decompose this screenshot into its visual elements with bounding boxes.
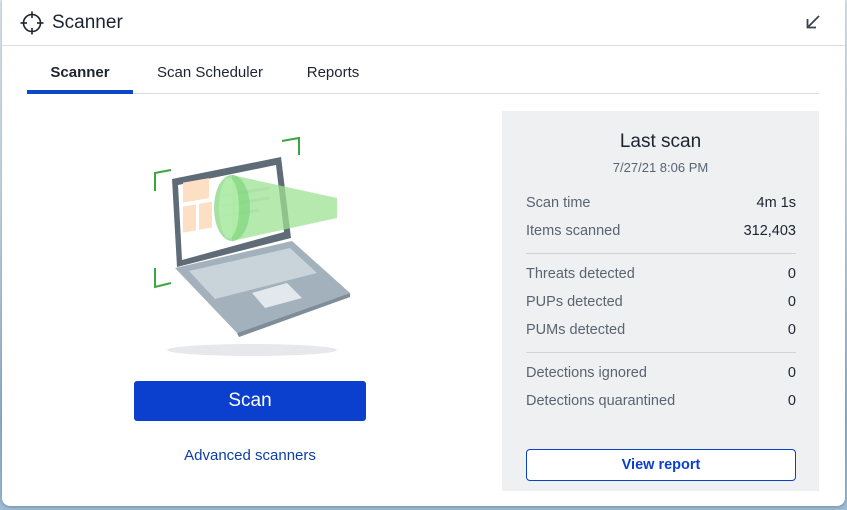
stat-row-quarantined: Detections quarantined 0 xyxy=(526,393,796,413)
scanner-window: Scanner Scanner Scan Scheduler Reports S… xyxy=(2,0,845,506)
scan-button[interactable]: Scan xyxy=(134,381,366,421)
advanced-scanners-link[interactable]: Advanced scanners xyxy=(134,447,366,464)
stat-value: 0 xyxy=(787,322,796,338)
tab-scan-scheduler[interactable]: Scan Scheduler xyxy=(147,56,273,94)
stat-value: 0 xyxy=(787,266,796,282)
stat-label: Threats detected xyxy=(526,266,635,282)
view-report-button[interactable]: View report xyxy=(526,449,796,481)
tab-scanner[interactable]: Scanner xyxy=(27,56,133,94)
stat-value: 0 xyxy=(787,393,796,409)
last-scan-card: Last scan 7/27/21 8:06 PM Scan time 4m 1… xyxy=(502,111,819,491)
stat-label: Items scanned xyxy=(526,223,621,239)
last-scan-title: Last scan xyxy=(619,131,702,152)
crosshair-icon xyxy=(20,11,44,35)
stat-row-items-scanned: Items scanned 312,403 xyxy=(526,223,796,243)
stat-value: 0 xyxy=(787,294,796,310)
tab-bar: Scanner Scan Scheduler Reports xyxy=(27,56,819,94)
last-scan-date: 7/27/21 8:06 PM xyxy=(612,160,709,175)
stat-row-pups: PUPs detected 0 xyxy=(526,294,796,314)
title-bar: Scanner xyxy=(2,0,845,46)
stat-value: 312,403 xyxy=(743,223,796,239)
stat-row-ignored: Detections ignored 0 xyxy=(526,365,796,385)
divider xyxy=(526,253,796,254)
stat-value: 0 xyxy=(787,365,796,381)
stat-row-pums: PUMs detected 0 xyxy=(526,322,796,342)
tab-reports[interactable]: Reports xyxy=(297,56,369,94)
stat-row-scan-time: Scan time 4m 1s xyxy=(526,195,796,215)
arrow-down-left-icon[interactable] xyxy=(803,12,823,32)
stat-value: 4m 1s xyxy=(756,195,797,211)
stat-row-threats: Threats detected 0 xyxy=(526,266,796,286)
stat-label: PUMs detected xyxy=(526,322,626,338)
stat-label: Detections ignored xyxy=(526,365,647,381)
stat-label: Detections quarantined xyxy=(526,393,676,409)
stat-label: Scan time xyxy=(526,195,591,211)
window-title: Scanner xyxy=(52,12,123,33)
divider xyxy=(526,352,796,353)
laptop-scan-illustration xyxy=(154,136,350,356)
stat-label: PUPs detected xyxy=(526,294,623,310)
